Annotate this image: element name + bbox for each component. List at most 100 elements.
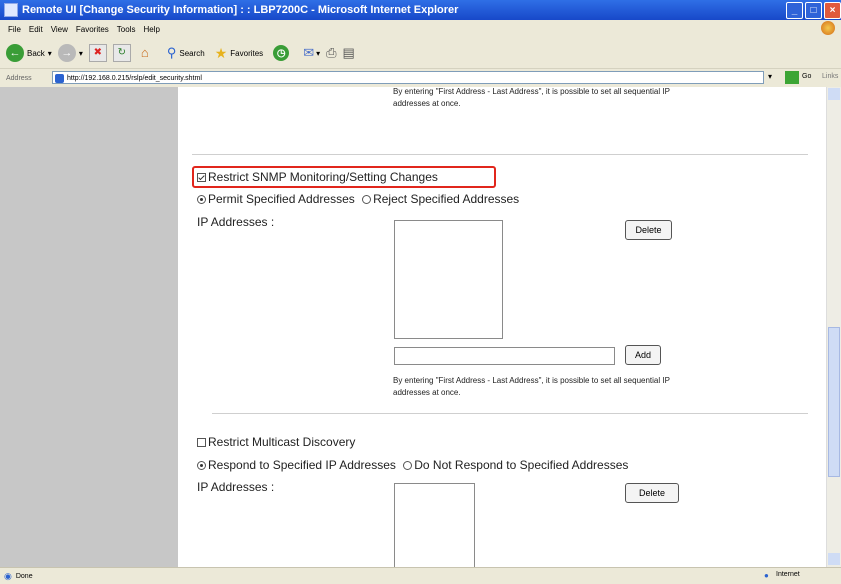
status-bar: ◉ Done ● Internet xyxy=(0,567,841,584)
window-title: Remote UI [Change Security Information] … xyxy=(22,4,459,16)
menu-file[interactable]: File xyxy=(8,25,21,34)
menu-help[interactable]: Help xyxy=(143,25,159,34)
refresh-button[interactable]: ↻ xyxy=(112,44,131,62)
section-divider xyxy=(212,413,808,414)
snmp-note-line1: By entering "First Address - Last Addres… xyxy=(393,376,670,385)
search-label: Search xyxy=(179,48,205,58)
checkbox-checked-icon xyxy=(197,173,206,183)
history-button[interactable]: ◷ xyxy=(273,45,290,61)
home-icon: ⌂ xyxy=(140,45,149,60)
edit-page-icon: ▤ xyxy=(342,45,355,60)
multicast-ip-address-list[interactable] xyxy=(394,483,475,567)
top-note-line1: By entering "First Address - Last Addres… xyxy=(393,87,670,96)
search-icon: ⚲ xyxy=(166,45,177,60)
page-content: By entering "First Address - Last Addres… xyxy=(0,87,841,567)
toolbar: ← Back ▾ → ▾ ✖ ↻ ⌂ ⚲ Search ★ Favorites … xyxy=(0,38,841,69)
address-bar: Address http://192.168.0.215/rslp/edit_s… xyxy=(0,69,841,88)
title-bar: Remote UI [Change Security Information] … xyxy=(0,0,841,20)
snmp-restrict-label: Restrict SNMP Monitoring/Setting Changes xyxy=(208,170,438,184)
multicast-mode-radios: Respond to Specified IP Addresses Do Not… xyxy=(197,458,628,472)
back-arrow-icon: ← xyxy=(6,44,24,62)
radio-selected-icon xyxy=(197,461,206,471)
multicast-restrict-label: Restrict Multicast Discovery xyxy=(208,435,356,449)
radio-respond-addresses[interactable]: Respond to Specified IP Addresses xyxy=(197,458,396,472)
menu-tools[interactable]: Tools xyxy=(117,25,136,34)
go-label[interactable]: Go xyxy=(802,73,811,80)
menu-bar: File Edit View Favorites Tools Help xyxy=(0,20,841,39)
snmp-mode-radios: Permit Specified Addresses Reject Specif… xyxy=(197,192,519,206)
snmp-delete-button[interactable]: Delete xyxy=(625,220,672,240)
back-dropdown-icon[interactable]: ▾ xyxy=(48,49,52,58)
left-navigation-pane xyxy=(0,87,178,567)
snmp-restrict-checkbox[interactable]: Restrict SNMP Monitoring/Setting Changes xyxy=(197,170,438,184)
checkbox-unchecked-icon xyxy=(197,438,206,448)
radio-unselected-icon xyxy=(403,461,413,471)
status-text: Done xyxy=(15,572,33,580)
snmp-add-button[interactable]: Add xyxy=(625,345,661,365)
zone-label: Internet xyxy=(776,571,800,578)
scroll-up-arrow[interactable] xyxy=(828,88,840,100)
close-button[interactable]: × xyxy=(824,2,841,19)
radio-reject-addresses[interactable]: Reject Specified Addresses xyxy=(362,192,519,206)
snmp-ip-addresses-label: IP Addresses : xyxy=(197,215,275,229)
print-button[interactable]: ⎙ xyxy=(326,45,336,61)
internet-zone-icon: ● xyxy=(764,571,769,580)
favorites-button[interactable]: ★ Favorites xyxy=(215,45,263,62)
done-page-icon: ◉ xyxy=(4,570,12,581)
snmp-note: By entering "First Address - Last Addres… xyxy=(393,375,670,399)
printer-icon: ⎙ xyxy=(326,45,337,60)
forward-dropdown-icon[interactable]: ▾ xyxy=(79,49,83,58)
multicast-restrict-checkbox[interactable]: Restrict Multicast Discovery xyxy=(197,435,355,449)
top-note-line2: addresses at once. xyxy=(393,99,461,108)
radio-selected-icon xyxy=(197,195,206,205)
radio-reject-label: Reject Specified Addresses xyxy=(373,192,520,206)
multicast-delete-button[interactable]: Delete xyxy=(625,483,679,503)
forward-arrow-icon: → xyxy=(57,44,76,62)
ie-app-icon xyxy=(4,3,18,17)
forward-button[interactable]: → ▾ xyxy=(57,44,83,62)
scrollbar-thumb[interactable] xyxy=(828,327,840,477)
address-input[interactable]: http://192.168.0.215/rslp/edit_security.… xyxy=(52,71,764,84)
vertical-scrollbar[interactable] xyxy=(826,87,841,567)
snmp-note-line2: addresses at once. xyxy=(393,388,461,397)
snmp-ip-address-list[interactable] xyxy=(394,220,503,339)
menu-view[interactable]: View xyxy=(51,25,68,34)
minimize-button[interactable]: _ xyxy=(786,2,803,19)
edit-button[interactable]: ▤ xyxy=(343,45,355,61)
home-button[interactable]: ⌂ xyxy=(137,45,153,61)
menu-edit[interactable]: Edit xyxy=(29,25,43,34)
back-button[interactable]: ← Back ▾ xyxy=(6,44,52,62)
links-label[interactable]: Links xyxy=(822,73,838,80)
stop-button[interactable]: ✖ xyxy=(88,44,107,62)
page-icon xyxy=(55,74,64,83)
radio-not-respond-addresses[interactable]: Do Not Respond to Specified Addresses xyxy=(403,458,628,472)
maximize-button[interactable]: □ xyxy=(805,2,822,19)
windows-logo-icon xyxy=(821,21,835,35)
multicast-ip-addresses-label: IP Addresses : xyxy=(197,480,275,494)
address-url: http://192.168.0.215/rslp/edit_security.… xyxy=(67,75,202,82)
radio-respond-label: Respond to Specified IP Addresses xyxy=(208,458,396,472)
radio-unselected-icon xyxy=(362,195,372,205)
back-label: Back xyxy=(27,48,45,58)
address-label: Address xyxy=(6,74,32,82)
star-icon: ★ xyxy=(214,44,228,61)
menu-favorites[interactable]: Favorites xyxy=(76,25,109,34)
top-note: By entering "First Address - Last Addres… xyxy=(393,87,670,110)
mail-icon: ✉ xyxy=(303,45,315,60)
refresh-icon: ↻ xyxy=(112,44,131,62)
snmp-ip-address-input[interactable] xyxy=(394,347,615,365)
radio-permit-addresses[interactable]: Permit Specified Addresses xyxy=(197,192,355,206)
go-icon[interactable] xyxy=(785,71,799,84)
radio-not-respond-label: Do Not Respond to Specified Addresses xyxy=(414,458,629,472)
favorites-label: Favorites xyxy=(230,48,264,58)
search-button[interactable]: ⚲ Search xyxy=(167,45,205,61)
history-icon: ◷ xyxy=(273,45,290,61)
window-controls: _ □ × xyxy=(786,2,841,19)
mail-button[interactable]: ✉ ▾ xyxy=(303,45,320,61)
address-dropdown-icon[interactable]: ▾ xyxy=(768,72,772,81)
scroll-down-arrow[interactable] xyxy=(828,553,840,565)
mail-dropdown-icon: ▾ xyxy=(316,48,321,58)
section-divider xyxy=(192,154,808,155)
stop-icon: ✖ xyxy=(88,44,107,62)
radio-permit-label: Permit Specified Addresses xyxy=(208,192,355,206)
